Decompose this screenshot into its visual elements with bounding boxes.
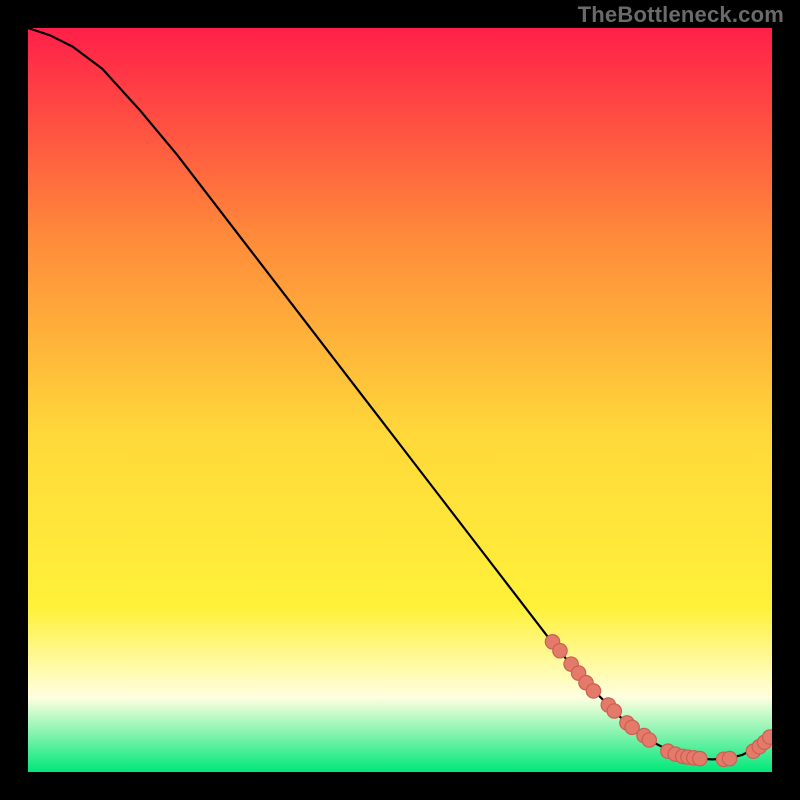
- data-marker: [722, 751, 736, 765]
- data-marker: [607, 704, 621, 718]
- data-marker: [642, 733, 656, 747]
- data-marker: [586, 684, 600, 698]
- gradient-background: [28, 28, 772, 772]
- chart-frame: TheBottleneck.com: [0, 0, 800, 800]
- plot-area: [28, 28, 772, 772]
- watermark-text: TheBottleneck.com: [578, 2, 784, 28]
- data-marker: [763, 730, 772, 744]
- chart-svg: [28, 28, 772, 772]
- data-marker: [693, 751, 707, 765]
- data-marker: [553, 644, 567, 658]
